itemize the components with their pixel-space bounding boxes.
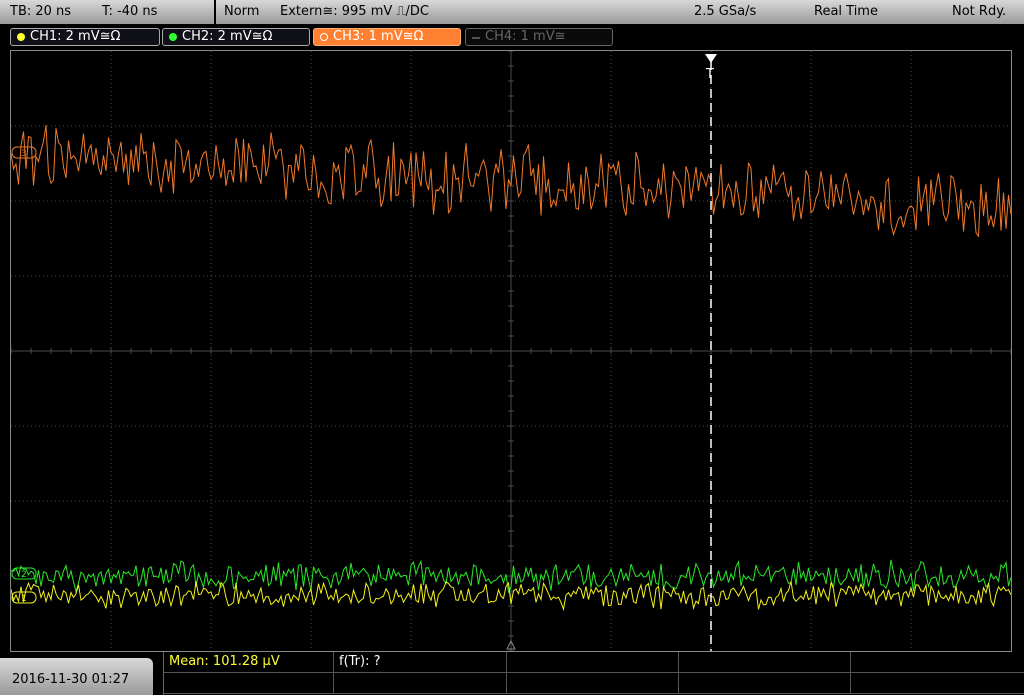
acquisition-state: Not Rdy. <box>952 4 1007 19</box>
ch2-ground-marker[interactable]: 2 <box>11 567 37 580</box>
meas-cell-5[interactable] <box>851 652 1024 673</box>
datetime-label: 2016-11-30 01:27 <box>12 672 130 687</box>
meas-cell-10[interactable] <box>851 673 1024 694</box>
meas-cell-7[interactable] <box>334 673 507 694</box>
waveform-display[interactable]: T 3 2 1 <box>10 50 1012 652</box>
trigger-arrow-icon[interactable] <box>705 54 717 63</box>
channel-2-button[interactable]: CH2: 2 mV≅Ω <box>162 28 310 46</box>
trigger-time-label: T: -40 ns <box>102 4 158 19</box>
ch4-off-icon <box>472 37 480 39</box>
freq-cell[interactable]: f(Tr): ? <box>334 652 507 673</box>
trigger-marker-label: T <box>705 67 714 82</box>
mean-cell[interactable]: Mean: 101.28 μV <box>164 652 334 673</box>
meas-cell-6[interactable] <box>164 673 334 694</box>
trigger-source: Extern≅: 995 mV ⎍/DC <box>280 4 429 19</box>
ch2-dot-icon <box>169 33 177 41</box>
channel-4-button[interactable]: CH4: 1 mV≅ <box>465 28 613 46</box>
timebase-label: TB: 20 ns <box>10 4 72 19</box>
channel-1-label: CH1: 2 mV≅Ω <box>30 29 121 44</box>
meas-cell-8[interactable] <box>507 673 679 694</box>
channel-2-label: CH2: 2 mV≅Ω <box>182 29 273 44</box>
mean-value: Mean: 101.28 μV <box>169 654 280 669</box>
timebase-box[interactable]: TB: 20 ns T: -40 ns <box>0 0 214 24</box>
channel-4-label: CH4: 1 mV≅ <box>485 29 566 44</box>
ch3-dot-icon <box>320 33 328 41</box>
trigger-mode: Norm <box>224 4 260 19</box>
channel-1-button[interactable]: CH1: 2 mV≅Ω <box>10 28 160 46</box>
ch1-marker-label: 1 <box>21 594 27 604</box>
ch2-marker-label: 2 <box>21 570 27 580</box>
channel-bar: CH1: 2 mV≅Ω CH2: 2 mV≅Ω CH3: 1 mV≅Ω CH4:… <box>0 25 1024 49</box>
datetime-box[interactable]: 2016-11-30 01:27 <box>0 658 153 695</box>
ch1-dot-icon <box>17 33 25 41</box>
meas-cell-3[interactable] <box>507 652 679 673</box>
meas-cell-9[interactable] <box>679 673 851 694</box>
ch3-marker-label: 3 <box>21 149 27 159</box>
measurement-footer: 2016-11-30 01:27 Mean: 101.28 μV f(Tr): … <box>0 652 1024 695</box>
ch1-ground-marker[interactable]: 1 <box>11 591 37 604</box>
channel-3-label: CH3: 1 mV≅Ω <box>333 29 424 44</box>
sample-rate: 2.5 GSa/s <box>694 4 757 19</box>
acquisition-mode: Real Time <box>814 4 878 19</box>
meas-cell-4[interactable] <box>679 652 851 673</box>
acquisition-status[interactable]: Norm Extern≅: 995 mV ⎍/DC 2.5 GSa/s Real… <box>216 0 1024 24</box>
top-status-bar: TB: 20 ns T: -40 ns Norm Extern≅: 995 mV… <box>0 0 1024 24</box>
freq-value: f(Tr): ? <box>339 654 381 669</box>
channel-3-button[interactable]: CH3: 1 mV≅Ω <box>313 28 461 46</box>
graticule <box>11 51 1011 651</box>
waveform-canvas: T 3 2 1 <box>11 51 1011 651</box>
measurement-table[interactable]: Mean: 101.28 μV f(Tr): ? <box>163 652 1024 695</box>
